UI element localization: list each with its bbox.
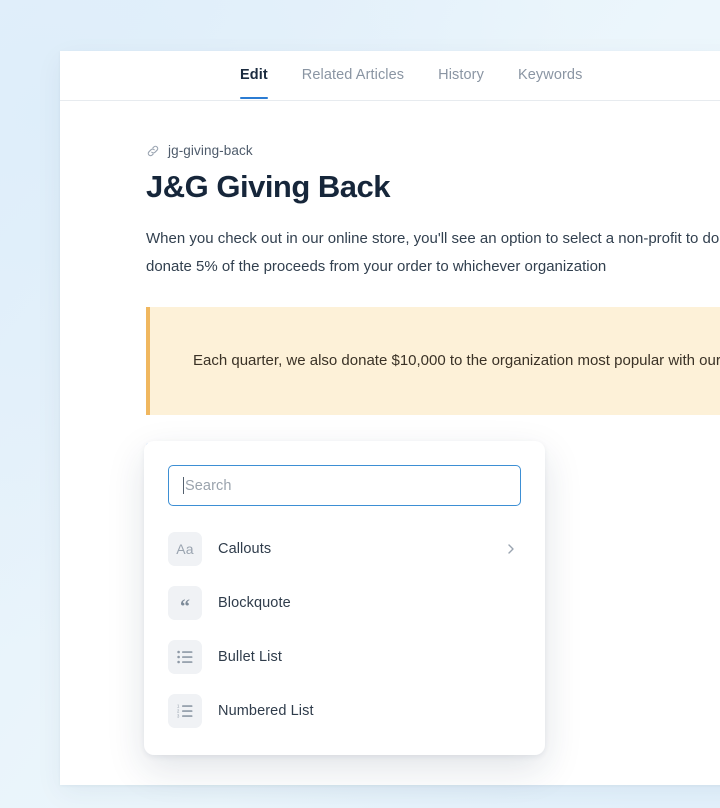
tab-history[interactable]: History: [438, 51, 484, 98]
command-item-blockquote[interactable]: “ Blockquote: [168, 576, 521, 630]
bullet-list-icon-glyph: [177, 650, 193, 664]
command-item-blockquote-label: Blockquote: [218, 595, 291, 611]
tab-keywords[interactable]: Keywords: [518, 51, 582, 98]
tab-history-label: History: [438, 67, 484, 83]
command-menu-list: Aa Callouts “ Blockquote Bullet List 1 2…: [168, 522, 521, 738]
article-slug[interactable]: jg-giving-back: [146, 143, 720, 158]
search-input[interactable]: Search: [168, 465, 521, 506]
svg-text:3: 3: [177, 714, 180, 718]
callout-text: Each quarter, we also donate $10,000 to …: [193, 352, 720, 370]
command-menu-panel: Search Aa Callouts “ Blockquote Bullet L…: [144, 441, 545, 755]
document-body: jg-giving-back J&G Giving Back When you …: [60, 101, 720, 471]
numbered-list-icon-glyph: 1 2 3: [177, 704, 193, 718]
bullet-list-icon: [168, 640, 202, 674]
text-format-icon-glyph: Aa: [176, 541, 194, 557]
tab-related-articles[interactable]: Related Articles: [302, 51, 404, 98]
command-item-callouts-label: Callouts: [218, 541, 272, 557]
blockquote-icon: “: [168, 586, 202, 620]
page-title: J&G Giving Back: [146, 169, 391, 204]
numbered-list-icon: 1 2 3: [168, 694, 202, 728]
article-slug-text: jg-giving-back: [168, 143, 253, 158]
text-caret: [183, 477, 184, 494]
callout-block[interactable]: Each quarter, we also donate $10,000 to …: [146, 307, 720, 416]
article-paragraph[interactable]: When you check out in our online store, …: [146, 225, 720, 281]
text-format-icon: Aa: [168, 532, 202, 566]
tab-edit-label: Edit: [240, 67, 268, 83]
tab-keywords-label: Keywords: [517, 67, 583, 83]
command-item-bullet-list[interactable]: Bullet List: [168, 630, 521, 684]
command-item-numbered-list-label: Numbered List: [218, 703, 314, 719]
tab-active-underline: [240, 96, 268, 99]
tab-edit[interactable]: Edit: [240, 51, 268, 99]
command-item-callouts[interactable]: Aa Callouts: [168, 522, 521, 576]
tab-bar: Edit Related Articles History Keywords: [60, 51, 720, 101]
tab-related-articles-label: Related Articles: [301, 67, 405, 83]
command-item-bullet-list-label: Bullet List: [218, 649, 282, 665]
command-item-numbered-list[interactable]: 1 2 3 Numbered List: [168, 684, 521, 738]
link-icon: [147, 145, 159, 156]
search-input-placeholder: Search: [185, 477, 232, 494]
chevron-right-icon: [508, 544, 514, 554]
